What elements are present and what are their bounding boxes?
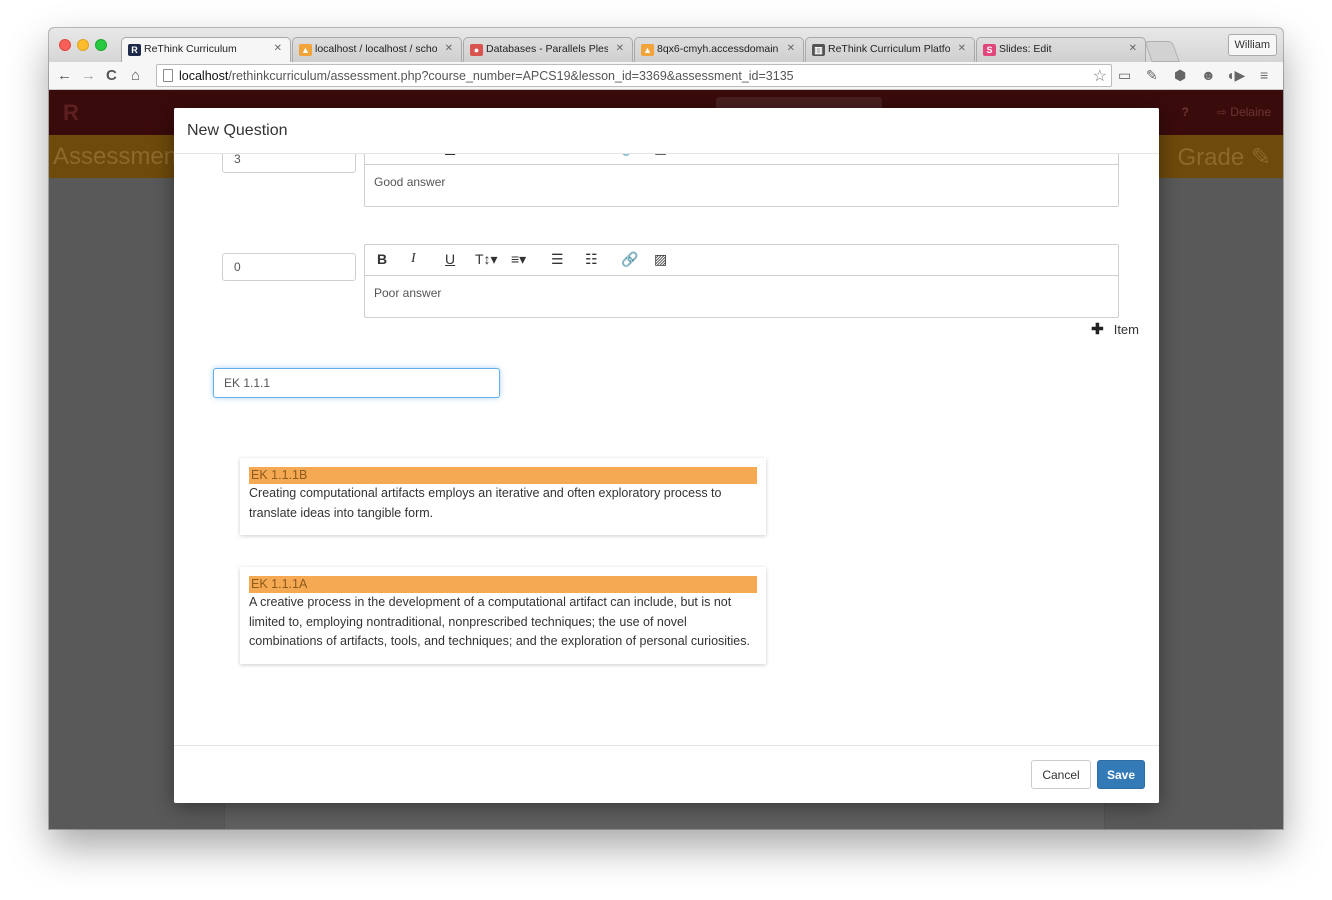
- unordered-list-icon[interactable]: ☷: [585, 154, 598, 157]
- standard-description: Creating computational artifacts employs…: [249, 486, 722, 520]
- editor-toolbar: B I U T↕▾ ≡▾ ☰ ☷ 🔗 ▨: [365, 154, 1118, 165]
- answer-editor[interactable]: B I U T↕▾ ≡▾ ☰ ☷ 🔗 ▨ Poor answer: [364, 244, 1119, 318]
- profile-button[interactable]: William: [1227, 34, 1277, 56]
- align-icon[interactable]: ≡▾: [511, 154, 526, 157]
- modal-title: New Question: [187, 122, 288, 139]
- minimize-window-button[interactable]: [77, 39, 89, 51]
- italic-icon[interactable]: I: [411, 154, 416, 156]
- font-size-icon[interactable]: T↕▾: [475, 154, 498, 157]
- tab-close-icon[interactable]: ✕: [787, 43, 795, 54]
- standard-code: EK 1.1.1B: [249, 467, 757, 484]
- modal-footer: Cancel Save: [174, 745, 1159, 803]
- standard-description: A creative process in the development of…: [249, 595, 750, 648]
- ordered-list-icon[interactable]: ☰: [551, 154, 564, 157]
- bookmark-star-icon[interactable]: ☆: [1093, 66, 1107, 86]
- tab-rethink-platform[interactable]: ▥ ReThink Curriculum Platform ✕: [805, 37, 975, 62]
- plus-icon: ✚: [1091, 321, 1104, 338]
- answer-text[interactable]: Poor answer: [365, 276, 1118, 317]
- cast-icon[interactable]: ▭: [1118, 67, 1131, 84]
- answer-text[interactable]: Good answer: [365, 165, 1118, 206]
- cancel-button[interactable]: Cancel: [1031, 760, 1091, 789]
- section-title: Assessment: [53, 143, 184, 170]
- trello-icon: ▥: [812, 44, 825, 56]
- menu-icon[interactable]: ≡: [1260, 67, 1268, 83]
- tab-close-icon[interactable]: ✕: [1129, 43, 1137, 54]
- browser-window: R ReThink Curriculum ✕ ▲ localhost / loc…: [49, 28, 1283, 829]
- tab-phpmyadmin[interactable]: ▲ localhost / localhost / school ✕: [292, 37, 462, 62]
- unordered-list-icon[interactable]: ☷: [585, 251, 598, 268]
- close-window-button[interactable]: [59, 39, 71, 51]
- app-logo: R: [63, 100, 79, 125]
- answer-score-input[interactable]: 3: [222, 154, 356, 173]
- add-item-button[interactable]: ✚ Item: [1091, 320, 1139, 338]
- tab-plesk[interactable]: ● Databases - Parallels Plesk ✕: [463, 37, 633, 62]
- standard-result-card[interactable]: EK 1.1.1B Creating computational artifac…: [240, 458, 766, 535]
- ordered-list-icon[interactable]: ☰: [551, 251, 564, 268]
- modal-header: New Question: [174, 108, 1159, 154]
- tab-close-icon[interactable]: ✕: [616, 43, 624, 54]
- reload-icon[interactable]: C: [106, 67, 117, 84]
- new-tab-button[interactable]: [1144, 41, 1180, 62]
- modal-body: 3 B I U T↕▾ ≡▾ ☰ ☷ 🔗 ▨ Good answer 0: [174, 154, 1159, 745]
- address-bar[interactable]: localhost/rethinkcurriculum/assessment.p…: [156, 64, 1112, 87]
- logout-link: ⇨ Delaine: [1216, 105, 1271, 119]
- standard-result-card[interactable]: EK 1.1.1A A creative process in the deve…: [240, 567, 766, 664]
- help-icon: ?: [1181, 105, 1189, 119]
- tab-close-icon[interactable]: ✕: [958, 43, 966, 54]
- slides-icon: S: [983, 44, 996, 56]
- tab-close-icon[interactable]: ✕: [274, 43, 282, 54]
- eyedropper-icon[interactable]: ✎: [1146, 67, 1158, 84]
- ghostery-icon[interactable]: ☻: [1201, 67, 1216, 83]
- editor-toolbar: B I U T↕▾ ≡▾ ☰ ☷ 🔗 ▨: [365, 245, 1118, 276]
- tab-accessdomain[interactable]: ▲ 8qx6-cmyh.accessdomain.com ✕: [634, 37, 804, 62]
- new-question-modal: New Question 3 B I U T↕▾ ≡▾ ☰ ☷ 🔗 ▨ Good…: [174, 108, 1159, 803]
- underline-icon[interactable]: U: [445, 154, 455, 156]
- audio-icon[interactable]: ◖▶: [1226, 67, 1245, 84]
- maximize-window-button[interactable]: [95, 39, 107, 51]
- standard-code: EK 1.1.1A: [249, 576, 757, 593]
- rethink-r-icon: R: [128, 44, 141, 56]
- plesk-icon: ●: [470, 44, 483, 56]
- align-icon[interactable]: ≡▾: [511, 251, 526, 268]
- page-icon: [163, 69, 173, 82]
- back-icon[interactable]: ←: [57, 67, 72, 84]
- tab-slides[interactable]: S Slides: Edit ✕: [976, 37, 1146, 62]
- tab-strip: R ReThink Curriculum ✕ ▲ localhost / loc…: [49, 28, 1283, 62]
- bold-icon[interactable]: B: [377, 154, 387, 156]
- browser-toolbar: ← → C ⌂ localhost/rethinkcurriculum/asse…: [49, 62, 1283, 90]
- link-icon[interactable]: 🔗: [621, 251, 638, 268]
- tab-rethink-curriculum[interactable]: R ReThink Curriculum ✕: [121, 37, 291, 62]
- answer-score-input[interactable]: 0: [222, 253, 356, 281]
- italic-icon[interactable]: I: [411, 251, 416, 267]
- underline-icon[interactable]: U: [445, 251, 455, 267]
- answer-editor[interactable]: B I U T↕▾ ≡▾ ☰ ☷ 🔗 ▨ Good answer: [364, 154, 1119, 207]
- home-icon[interactable]: ⌂: [131, 67, 140, 84]
- image-icon[interactable]: ▨: [654, 251, 667, 268]
- standard-search-input[interactable]: [213, 368, 500, 398]
- grade-label: Grade ✎: [1177, 144, 1271, 171]
- ublock-icon[interactable]: ⬢: [1174, 67, 1186, 84]
- forward-icon[interactable]: →: [81, 67, 96, 84]
- url-text: localhost/rethinkcurriculum/assessment.p…: [179, 69, 794, 83]
- phpmyadmin-icon: ▲: [641, 44, 654, 56]
- font-size-icon[interactable]: T↕▾: [475, 251, 498, 268]
- image-icon[interactable]: ▨: [654, 154, 667, 157]
- save-button[interactable]: Save: [1097, 760, 1145, 789]
- bold-icon[interactable]: B: [377, 251, 387, 267]
- link-icon[interactable]: 🔗: [621, 154, 638, 157]
- tab-close-icon[interactable]: ✕: [445, 43, 453, 54]
- phpmyadmin-icon: ▲: [299, 44, 312, 56]
